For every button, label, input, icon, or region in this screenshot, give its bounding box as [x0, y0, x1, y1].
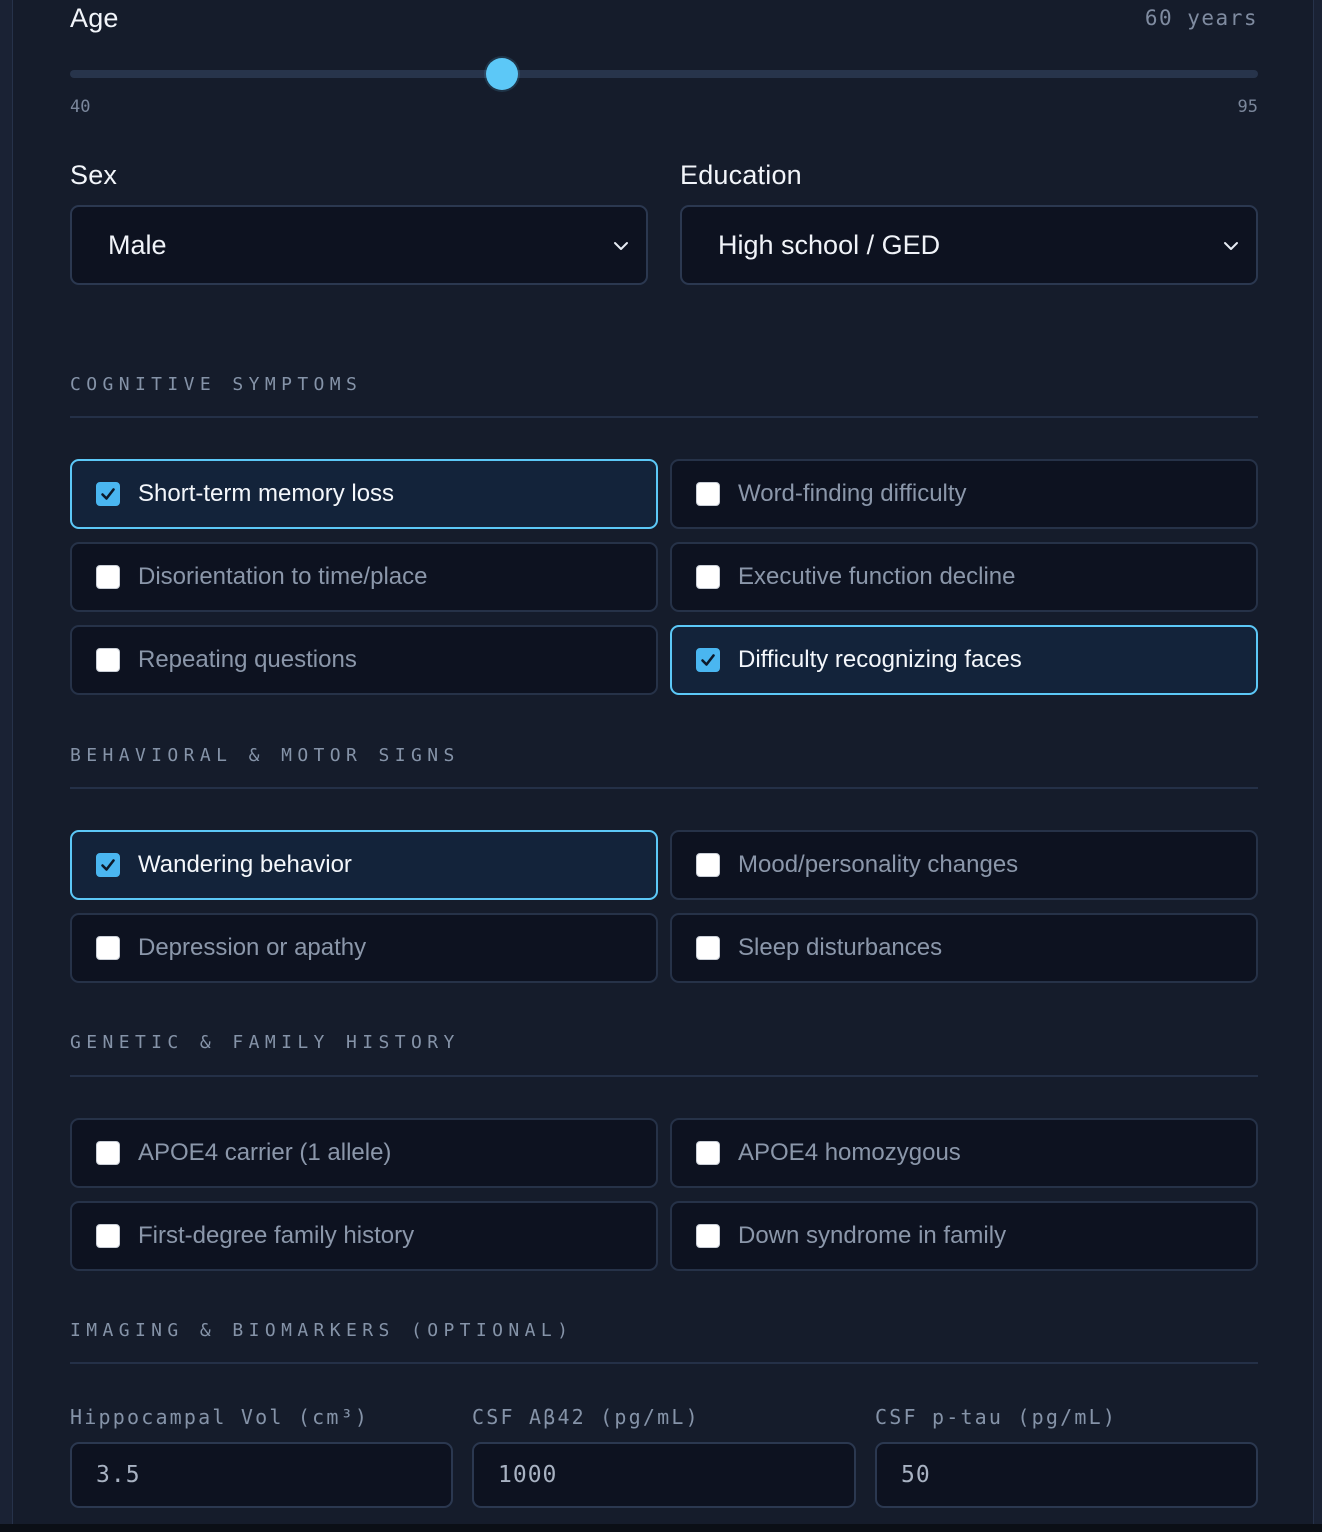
checkbox-label: Difficulty recognizing faces — [738, 646, 1022, 673]
checkbox-label: Down syndrome in family — [738, 1222, 1007, 1249]
checkbox[interactable] — [696, 482, 720, 506]
checkbox-card-wandering-behavior[interactable]: Wandering behavior — [70, 830, 658, 900]
csf-abeta42-label: CSF Aβ42 (pg/mL) — [472, 1405, 700, 1429]
bottom-edge — [0, 1524, 1322, 1532]
checkbox-card-repeating-questions[interactable]: Repeating questions — [70, 625, 658, 695]
csf-abeta42-input[interactable]: 1000 — [472, 1442, 856, 1508]
age-slider-track[interactable] — [70, 70, 1258, 78]
checkbox-label: APOE4 carrier (1 allele) — [138, 1139, 392, 1166]
section-title-imaging: IMAGING & BIOMARKERS (OPTIONAL) — [70, 1320, 574, 1341]
chevron-down-icon — [614, 242, 628, 250]
checkbox-label: Sleep disturbances — [738, 934, 943, 961]
csf-ptau-value: 50 — [901, 1462, 931, 1488]
section-title-behavioral: BEHAVIORAL & MOTOR SIGNS — [70, 745, 460, 766]
sex-select[interactable]: Male — [70, 205, 648, 285]
checkbox[interactable] — [696, 1141, 720, 1165]
hippocampal-vol-value: 3.5 — [96, 1462, 141, 1488]
checkbox[interactable] — [96, 648, 120, 672]
chevron-down-icon — [1224, 242, 1238, 250]
checkmark-icon — [701, 654, 715, 666]
age-label: Age — [70, 3, 119, 33]
checkbox-card-word-finding-difficulty[interactable]: Word-finding difficulty — [670, 459, 1258, 529]
age-max-label: 95 — [1237, 97, 1258, 117]
checkbox[interactable] — [696, 565, 720, 589]
checkbox-label: Short-term memory loss — [138, 480, 395, 507]
checkbox-label: Repeating questions — [138, 646, 357, 673]
education-select-value: High school / GED — [718, 229, 941, 260]
section-divider — [70, 1075, 1258, 1077]
hippocampal-vol-label: Hippocampal Vol (cm³) — [70, 1405, 370, 1429]
checkbox-card-mood-personality-changes[interactable]: Mood/personality changes — [670, 830, 1258, 900]
age-slider-thumb[interactable] — [486, 58, 518, 90]
checkbox-card-down-syndrome-in-family[interactable]: Down syndrome in family — [670, 1201, 1258, 1271]
checkmark-icon — [101, 488, 115, 500]
checkbox-card-disorientation[interactable]: Disorientation to time/place — [70, 542, 658, 612]
section-divider — [70, 416, 1258, 418]
age-value: 60 years — [1144, 6, 1258, 30]
section-divider — [70, 787, 1258, 789]
checkbox-label: Depression or apathy — [138, 934, 367, 961]
checkbox[interactable] — [696, 1224, 720, 1248]
checkbox-label: First-degree family history — [138, 1222, 415, 1249]
checkbox[interactable] — [96, 482, 120, 506]
section-divider — [70, 1362, 1258, 1364]
education-select[interactable]: High school / GED — [680, 205, 1258, 285]
csf-ptau-input[interactable]: 50 — [875, 1442, 1258, 1508]
sex-label: Sex — [70, 160, 118, 190]
sex-select-value: Male — [108, 229, 167, 260]
hippocampal-vol-input[interactable]: 3.5 — [70, 1442, 453, 1508]
checkbox-card-difficulty-recognizing-faces[interactable]: Difficulty recognizing faces — [670, 625, 1258, 695]
checkbox[interactable] — [696, 936, 720, 960]
education-label: Education — [680, 160, 802, 190]
checkbox-label: Disorientation to time/place — [138, 563, 428, 590]
checkbox[interactable] — [96, 565, 120, 589]
checkbox[interactable] — [696, 853, 720, 877]
checkbox-card-short-term-memory-loss[interactable]: Short-term memory loss — [70, 459, 658, 529]
checkbox-card-first-degree-family-history[interactable]: First-degree family history — [70, 1201, 658, 1271]
checkbox-label: Wandering behavior — [138, 851, 352, 878]
checkbox[interactable] — [696, 648, 720, 672]
checkbox[interactable] — [96, 1224, 120, 1248]
section-title-cognitive: COGNITIVE SYMPTOMS — [70, 374, 363, 395]
checkbox-label: Mood/personality changes — [738, 851, 1019, 878]
checkbox-card-apoe4-carrier[interactable]: APOE4 carrier (1 allele) — [70, 1118, 658, 1188]
section-title-genetic: GENETIC & FAMILY HISTORY — [70, 1032, 460, 1053]
checkbox-label: Executive function decline — [738, 563, 1016, 590]
checkbox-label: APOE4 homozygous — [738, 1139, 961, 1166]
csf-abeta42-value: 1000 — [498, 1462, 558, 1488]
checkbox-card-sleep-disturbances[interactable]: Sleep disturbances — [670, 913, 1258, 983]
age-min-label: 40 — [70, 97, 91, 117]
checkbox[interactable] — [96, 936, 120, 960]
checkbox[interactable] — [96, 1141, 120, 1165]
checkbox[interactable] — [96, 853, 120, 877]
checkbox-card-apoe4-homozygous[interactable]: APOE4 homozygous — [670, 1118, 1258, 1188]
checkmark-icon — [101, 859, 115, 871]
csf-ptau-label: CSF p-tau (pg/mL) — [875, 1405, 1118, 1429]
checkbox-label: Word-finding difficulty — [738, 480, 967, 507]
checkbox-card-depression-or-apathy[interactable]: Depression or apathy — [70, 913, 658, 983]
checkbox-card-executive-function-decline[interactable]: Executive function decline — [670, 542, 1258, 612]
